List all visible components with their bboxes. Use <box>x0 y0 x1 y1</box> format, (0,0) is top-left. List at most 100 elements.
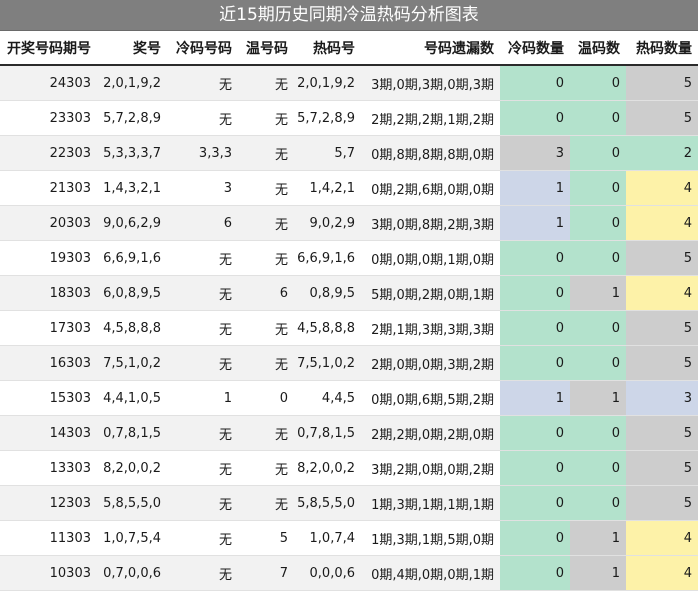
header-issue: 开奖号码期号 <box>0 31 97 66</box>
cell-miss: 3期,2期,0期,0期,2期 <box>361 450 500 486</box>
table-row: 17303 4,5,8,8,8 无无 4,5,8,8,8 2期,1期,3期,3期,3期 0… <box>0 310 698 346</box>
cell-miss: 2期,1期,3期,3期,3期 <box>361 310 500 346</box>
cell-warm: 无 <box>238 65 294 101</box>
cell-issue: 21303 <box>0 170 97 206</box>
cell-numbers: 0,7,0,0,6 <box>97 555 167 591</box>
cell-warm: 无 <box>238 170 294 206</box>
cell-warm-count: 0 <box>570 170 626 206</box>
table-row: 18303 6,0,8,9,5 无 6 0,8,9,5 5期,0期,2期,0期,1期 0 1 4 <box>0 275 698 311</box>
table-row: 20303 9,0,6,2,9 6 无 9,0,2,9 3期,0期,8期,2期,3期 1 0 4 <box>0 205 698 241</box>
cell-miss: 2期,0期,0期,3期,2期 <box>361 345 500 381</box>
cell-hot-count: 5 <box>626 65 698 101</box>
cell-issue: 22303 <box>0 135 97 171</box>
cell-hot: 6,6,9,1,6 <box>294 240 361 276</box>
cell-issue: 15303 <box>0 380 97 416</box>
table-row: 21303 1,4,3,2,1 3 无 1,4,2,1 0期,2期,6期,0期,0期 1 0 4 <box>0 170 698 206</box>
cell-warm: 6 <box>238 275 294 311</box>
cell-miss: 5期,0期,2期,0期,1期 <box>361 275 500 311</box>
cell-hot-count: 5 <box>626 310 698 346</box>
header-hot: 热码号 <box>294 31 361 66</box>
cell-hot-count: 4 <box>626 520 698 556</box>
analysis-sheet: 近15期历史同期冷温热码分析图表 开奖号码期号 奖号 冷码号码 温号码 热码号 … <box>0 0 698 591</box>
cell-cold-count: 1 <box>500 205 570 241</box>
cell-miss: 3期,0期,3期,0期,3期 <box>361 65 500 101</box>
cell-warm-count: 0 <box>570 415 626 451</box>
cell-hot-count: 5 <box>626 345 698 381</box>
cell-issue: 13303 <box>0 450 97 486</box>
cell-cold: 无 <box>167 100 238 136</box>
table-row: 12303 5,8,5,5,0 无无 5,8,5,5,0 1期,3期,1期,1期,1期 0… <box>0 485 698 521</box>
cell-numbers: 4,4,1,0,5 <box>97 380 167 416</box>
cell-hot-count: 4 <box>626 170 698 206</box>
cell-hot-count: 5 <box>626 100 698 136</box>
cell-hot: 0,8,9,5 <box>294 275 361 311</box>
table-row: 15303 4,4,1,0,5 1 0 4,4,5 0期,0期,6期,5期,2期 1 1 3 <box>0 380 698 416</box>
cell-cold-count: 3 <box>500 135 570 171</box>
cell-warm-count: 0 <box>570 240 626 276</box>
table-header: 开奖号码期号 奖号 冷码号码 温号码 热码号 号码遗漏数 冷码数量 温码数 热码… <box>0 31 698 66</box>
cell-numbers: 9,0,6,2,9 <box>97 205 167 241</box>
header-warm: 温号码 <box>238 31 294 66</box>
cell-hot: 5,7,2,8,9 <box>294 100 361 136</box>
cell-numbers: 2,0,1,9,2 <box>97 65 167 101</box>
cell-cold: 无 <box>167 555 238 591</box>
header-hot-count: 热码数量 <box>626 31 698 66</box>
cell-hot: 2,0,1,9,2 <box>294 65 361 101</box>
cell-cold: 无 <box>167 65 238 101</box>
cell-warm-count: 0 <box>570 310 626 346</box>
cell-warm: 无 <box>238 415 294 451</box>
cell-cold-count: 0 <box>500 275 570 311</box>
table-row: 23303 5,7,2,8,9 无无 5,7,2,8,9 2期,2期,2期,1期,2期 0… <box>0 100 698 136</box>
table-row: 13303 8,2,0,0,2 无无 8,2,0,0,2 3期,2期,0期,0期,2期 0… <box>0 450 698 486</box>
cell-warm-count: 1 <box>570 555 626 591</box>
cell-warm: 无 <box>238 310 294 346</box>
cell-cold: 3 <box>167 170 238 206</box>
cell-numbers: 4,5,8,8,8 <box>97 310 167 346</box>
cell-issue: 10303 <box>0 555 97 591</box>
cell-warm-count: 0 <box>570 345 626 381</box>
cell-cold: 3,3,3 <box>167 135 238 171</box>
cell-cold-count: 0 <box>500 485 570 521</box>
header-numbers: 奖号 <box>97 31 167 66</box>
cell-numbers: 1,0,7,5,4 <box>97 520 167 556</box>
cell-warm: 无 <box>238 450 294 486</box>
cell-numbers: 5,8,5,5,0 <box>97 485 167 521</box>
cell-numbers: 0,7,8,1,5 <box>97 415 167 451</box>
cell-hot: 5,7 <box>294 135 361 171</box>
cell-numbers: 5,7,2,8,9 <box>97 100 167 136</box>
cell-miss: 1期,3期,1期,1期,1期 <box>361 485 500 521</box>
cell-numbers: 5,3,3,3,7 <box>97 135 167 171</box>
cell-warm-count: 0 <box>570 205 626 241</box>
sheet-title: 近15期历史同期冷温热码分析图表 <box>0 0 698 31</box>
table-row: 22303 5,3,3,3,7 3,3,3 无 5,7 0期,8期,8期,8期,0期 3 0 2 <box>0 135 698 171</box>
cell-numbers: 8,2,0,0,2 <box>97 450 167 486</box>
cell-hot-count: 3 <box>626 380 698 416</box>
cell-cold: 无 <box>167 345 238 381</box>
cell-cold-count: 0 <box>500 65 570 101</box>
cell-issue: 19303 <box>0 240 97 276</box>
cell-hot: 0,0,0,6 <box>294 555 361 591</box>
cell-miss: 0期,2期,6期,0期,0期 <box>361 170 500 206</box>
cell-cold: 无 <box>167 415 238 451</box>
cell-hot-count: 5 <box>626 450 698 486</box>
cell-cold: 无 <box>167 485 238 521</box>
cell-hot-count: 4 <box>626 205 698 241</box>
cell-issue: 20303 <box>0 205 97 241</box>
cell-cold-count: 0 <box>500 345 570 381</box>
cell-warm: 0 <box>238 380 294 416</box>
cell-hot: 0,7,8,1,5 <box>294 415 361 451</box>
cell-hot: 9,0,2,9 <box>294 205 361 241</box>
header-cold-count: 冷码数量 <box>500 31 570 66</box>
cell-issue: 23303 <box>0 100 97 136</box>
cell-warm: 无 <box>238 485 294 521</box>
cell-hot: 4,5,8,8,8 <box>294 310 361 346</box>
cell-cold-count: 0 <box>500 415 570 451</box>
cell-warm-count: 0 <box>570 485 626 521</box>
cell-numbers: 7,5,1,0,2 <box>97 345 167 381</box>
table-row: 11303 1,0,7,5,4 无 5 1,0,7,4 1期,3期,1期,5期,0期 0 1 4 <box>0 520 698 556</box>
cell-issue: 12303 <box>0 485 97 521</box>
table-row: 10303 0,7,0,0,6 无 7 0,0,0,6 0期,4期,0期,0期,1期 0 1 4 <box>0 555 698 591</box>
cell-hot: 5,8,5,5,0 <box>294 485 361 521</box>
cell-numbers: 6,6,9,1,6 <box>97 240 167 276</box>
cell-hot-count: 4 <box>626 275 698 311</box>
